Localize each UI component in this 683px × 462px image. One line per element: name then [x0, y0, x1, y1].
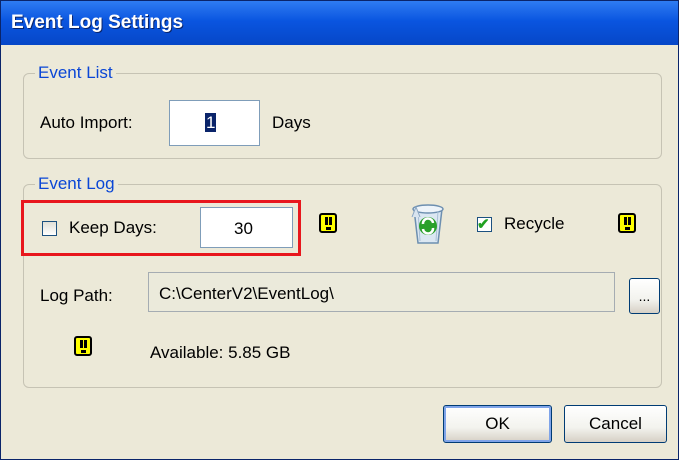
- keep-days-value: 30: [234, 219, 253, 238]
- auto-import-value: 1: [205, 113, 217, 132]
- warning-exclamation-icon: [74, 336, 92, 356]
- available-space-text: Available: 5.85 GB: [150, 343, 291, 362]
- browse-button[interactable]: ...: [629, 278, 660, 314]
- recycle-label[interactable]: Recycle: [504, 214, 564, 234]
- warning-exclamation-icon: [618, 213, 636, 233]
- auto-import-input[interactable]: 1: [169, 100, 260, 146]
- warning-exclamation-icon: [319, 213, 337, 233]
- event-log-legend: Event Log: [38, 174, 115, 193]
- log-path-label: Log Path:: [40, 286, 113, 305]
- recycle-checkbox[interactable]: ✔: [477, 216, 492, 233]
- keep-days-label[interactable]: Keep Days:: [69, 218, 157, 238]
- cancel-button[interactable]: Cancel: [564, 405, 667, 443]
- window-title: Event Log Settings: [11, 12, 184, 33]
- keep-days-checkbox[interactable]: [42, 221, 57, 236]
- auto-import-label: Auto Import:: [40, 113, 133, 132]
- days-label: Days: [272, 113, 311, 132]
- event-list-group: Event List: [23, 63, 662, 159]
- title-bar[interactable]: Event Log Settings: [1, 1, 678, 45]
- log-path-input[interactable]: C:\CenterV2\EventLog\: [148, 272, 615, 312]
- checkmark-icon: ✔: [477, 216, 490, 233]
- log-path-value: C:\CenterV2\EventLog\: [159, 284, 334, 303]
- event-list-legend: Event List: [38, 63, 113, 82]
- keep-days-input[interactable]: 30: [200, 207, 293, 248]
- event-log-settings-dialog: Event Log Settings Event List Auto Impor…: [0, 0, 679, 460]
- recycle-bin-icon[interactable]: [406, 199, 450, 247]
- ok-button[interactable]: OK: [443, 405, 552, 443]
